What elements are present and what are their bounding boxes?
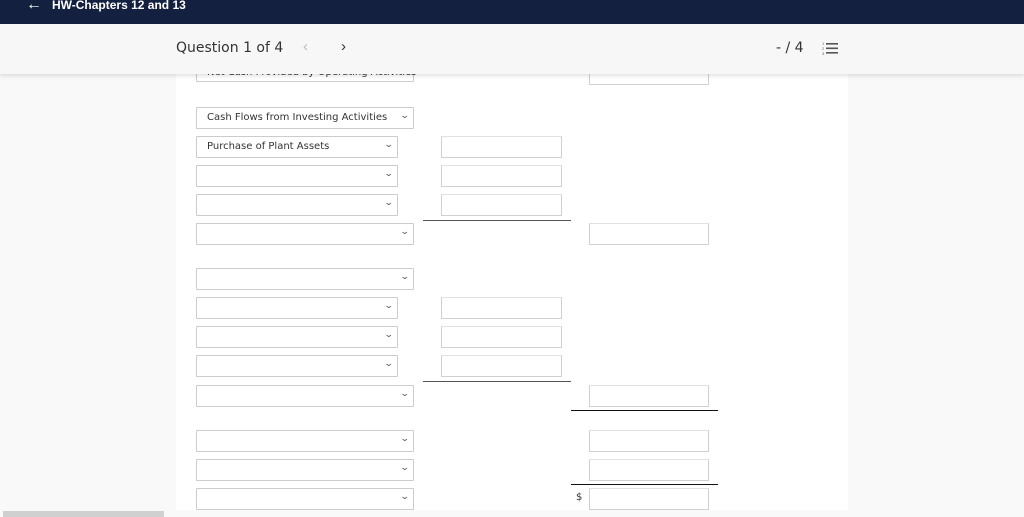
amount-input[interactable] bbox=[441, 136, 562, 158]
summary-select[interactable]: ⌄ bbox=[196, 459, 414, 481]
total-rule bbox=[571, 410, 718, 411]
chevron-down-icon: ⌄ bbox=[400, 227, 411, 237]
chevron-down-icon: ⌄ bbox=[384, 169, 395, 179]
account-select[interactable]: ⌄ bbox=[196, 194, 398, 216]
subtotal-rule bbox=[423, 220, 571, 221]
total-label-select[interactable]: ⌄ bbox=[196, 385, 414, 407]
previous-question-button[interactable]: ‹ bbox=[303, 38, 308, 55]
account-select[interactable]: ⌄ bbox=[196, 355, 398, 377]
question-counter: Question 1 of 4 bbox=[176, 40, 284, 56]
amount-input[interactable] bbox=[441, 165, 562, 187]
next-question-button[interactable]: › bbox=[341, 38, 346, 55]
numbered-list-icon[interactable]: 1 2 3 bbox=[822, 41, 838, 55]
summary-select[interactable]: ⌄ bbox=[196, 430, 414, 452]
section-heading-select[interactable]: Cash Flows from Investing Activities ⌄ bbox=[196, 107, 414, 129]
chevron-down-icon: ⌄ bbox=[384, 359, 395, 369]
total-input[interactable] bbox=[589, 385, 709, 407]
account-select[interactable]: ⌄ bbox=[196, 297, 398, 319]
scrollbar-thumb[interactable] bbox=[3, 511, 164, 517]
total-input[interactable] bbox=[589, 223, 709, 245]
chevron-down-icon: ⌄ bbox=[400, 272, 411, 282]
svg-text:3: 3 bbox=[822, 51, 825, 55]
back-arrow-icon[interactable]: ← bbox=[26, 0, 42, 14]
chevron-down-icon: ⌄ bbox=[384, 198, 395, 208]
score-display: - / 4 bbox=[776, 40, 804, 56]
total-input[interactable] bbox=[589, 488, 709, 510]
question-header: Question 1 of 4 ‹ › - / 4 1 2 3 bbox=[0, 24, 1024, 74]
total-rule bbox=[571, 484, 718, 485]
amount-input[interactable] bbox=[441, 355, 562, 377]
total-label-select[interactable]: ⌄ bbox=[196, 223, 414, 245]
account-select[interactable]: ⌄ bbox=[196, 165, 398, 187]
assignment-title: HW-Chapters 12 and 13 bbox=[52, 0, 186, 12]
chevron-down-icon: ⌄ bbox=[384, 301, 395, 311]
amount-input[interactable] bbox=[441, 297, 562, 319]
account-select[interactable]: Purchase of Plant Assets ⌄ bbox=[196, 136, 398, 158]
account-select[interactable]: ⌄ bbox=[196, 326, 398, 348]
section-heading-select[interactable]: ⌄ bbox=[196, 268, 414, 290]
total-input[interactable] bbox=[589, 459, 709, 481]
chevron-down-icon: ⌄ bbox=[400, 463, 411, 473]
total-input[interactable] bbox=[589, 430, 709, 452]
subtotal-rule bbox=[423, 381, 571, 382]
chevron-down-icon: ⌄ bbox=[400, 111, 411, 121]
chevron-down-icon: ⌄ bbox=[400, 434, 411, 444]
chevron-down-icon: ⌄ bbox=[400, 492, 411, 502]
question-content: Net Cash Provided by Operating Activitie… bbox=[176, 60, 848, 517]
summary-select[interactable]: ⌄ bbox=[196, 488, 414, 510]
chevron-down-icon: ⌄ bbox=[400, 389, 411, 399]
amount-input[interactable] bbox=[441, 194, 562, 216]
chevron-down-icon: ⌄ bbox=[384, 330, 395, 340]
dollar-sign: $ bbox=[576, 492, 583, 503]
amount-input[interactable] bbox=[441, 326, 562, 348]
horizontal-scrollbar[interactable] bbox=[0, 510, 1024, 517]
top-bar: ← HW-Chapters 12 and 13 bbox=[0, 0, 1024, 24]
chevron-down-icon: ⌄ bbox=[384, 140, 395, 150]
